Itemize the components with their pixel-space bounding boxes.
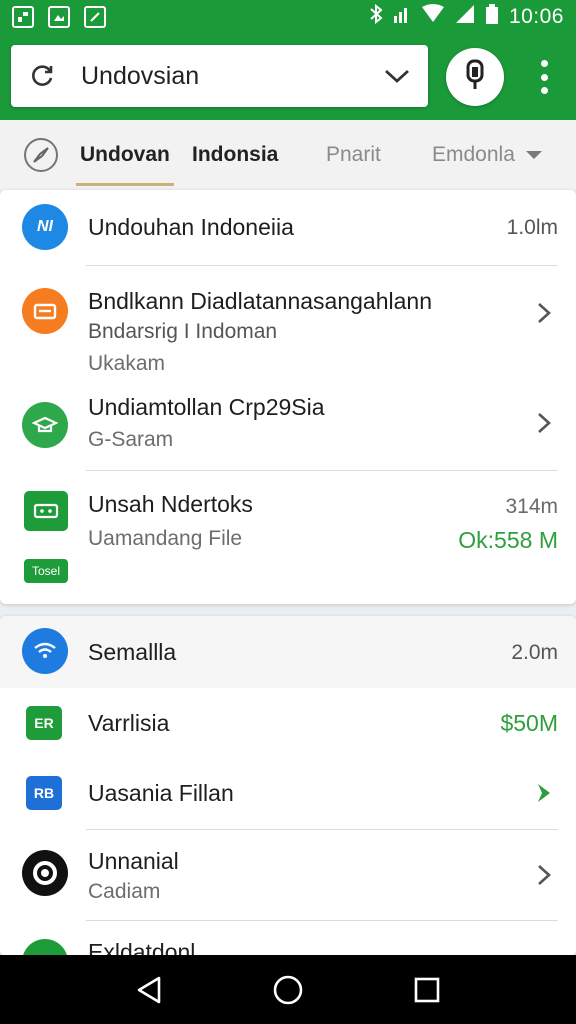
refresh-icon[interactable]	[27, 61, 57, 91]
tab-emdonla-label: Emdonla	[432, 143, 515, 166]
search-box[interactable]: Undovsian	[11, 45, 428, 107]
chevron-down-icon	[525, 143, 543, 167]
item-title: Unsah Ndertoks	[88, 491, 253, 517]
item-progress: Ok:558 M	[458, 527, 558, 553]
chevron-right-icon	[534, 862, 554, 888]
item-size: 314m	[505, 495, 558, 518]
downloads-card: NI Undouhan Indoneiia 1.0lm Bndlkann Dia…	[0, 190, 576, 604]
target-icon	[22, 850, 68, 896]
compass-icon[interactable]	[24, 138, 58, 172]
tab-undovan[interactable]: Undovan	[76, 120, 174, 190]
status-bar: 10:06	[0, 0, 576, 34]
bluetooth-icon	[369, 3, 383, 30]
status-time: 10:06	[508, 5, 564, 28]
list-item[interactable]: Exldatdonl	[0, 921, 576, 956]
ni-logo-icon: NI	[22, 204, 68, 250]
chevron-right-icon	[534, 410, 554, 436]
list-item[interactable]: Bndlkann Diadlatannasangahlann Bndarsrig…	[0, 266, 576, 376]
photo-icon	[48, 6, 70, 28]
gallery-icon	[12, 6, 34, 28]
recents-icon	[414, 977, 439, 1002]
item-title: Bndlkann Diadlatannasangahlann	[88, 288, 433, 314]
list-item[interactable]: Semallla 2.0m	[0, 616, 576, 688]
list-item[interactable]: RB Uasania Fillan	[0, 758, 576, 828]
files-card: Semallla 2.0m ER Varrlisia $50M RB Uasan…	[0, 616, 576, 956]
er-app-icon: ER	[26, 706, 62, 740]
item-subtitle: Ukakam	[88, 352, 166, 375]
more-dot-icon	[540, 73, 548, 81]
graduation-cap-icon	[22, 402, 68, 448]
edit-icon	[84, 6, 106, 28]
list-item[interactable]: Undiamtollan Crp29Sia G-Saram	[0, 380, 576, 470]
status-badge: Tosel	[24, 559, 68, 583]
app-icon	[22, 939, 68, 956]
back-icon	[138, 976, 161, 1003]
microphone-button[interactable]	[446, 48, 504, 106]
navigation-bar	[0, 955, 576, 1024]
item-subtitle: G-Saram	[88, 428, 174, 451]
item-size: 1.0lm	[506, 216, 558, 239]
microphone-icon	[464, 59, 486, 96]
home-button[interactable]	[268, 970, 308, 1010]
chevron-down-icon[interactable]	[382, 61, 412, 91]
more-dot-icon	[540, 87, 548, 94]
search-input[interactable]: Undovsian	[81, 62, 382, 91]
app-bar: Undovsian	[0, 34, 576, 120]
item-title: Unnanial	[88, 848, 179, 874]
home-icon	[273, 975, 303, 1004]
chevron-right-icon	[534, 300, 554, 326]
more-dot-icon	[540, 60, 548, 67]
cellular-icon	[455, 4, 475, 30]
item-title: Varrlisia	[88, 710, 170, 736]
rb-app-icon: RB	[26, 776, 62, 810]
list-item[interactable]: Unnanial Cadiam	[0, 830, 576, 920]
list-item[interactable]: Unsah Ndertoks Uamandang File 314m Ok:55…	[0, 471, 576, 604]
item-subtitle: Uamandang File	[88, 527, 243, 550]
tab-indonsia[interactable]: Indonsia	[192, 120, 278, 190]
folder-icon	[22, 288, 68, 334]
item-title: Uasania Fillan	[88, 780, 234, 806]
item-title: Undouhan Indoneiia	[88, 214, 294, 240]
item-size: 2.0m	[511, 641, 558, 664]
list-item[interactable]: ER Varrlisia $50M	[0, 688, 576, 758]
back-button[interactable]	[129, 970, 169, 1010]
item-title: Exldatdonl	[88, 939, 196, 956]
item-title: Undiamtollan Crp29Sia	[88, 394, 325, 420]
item-title: Semallla	[88, 639, 177, 665]
item-size: $50M	[500, 710, 558, 736]
chevron-right-icon	[534, 780, 554, 806]
tab-pnarit[interactable]: Pnarit	[326, 120, 381, 190]
signal-icon	[393, 4, 411, 30]
wifi-icon	[421, 4, 445, 30]
battery-icon	[485, 3, 499, 31]
item-subtitle: Cadiam	[88, 880, 161, 903]
tab-emdonla[interactable]: Emdonla	[432, 120, 543, 190]
storage-icon	[24, 491, 68, 531]
recents-button[interactable]	[407, 970, 447, 1010]
list-item[interactable]: NI Undouhan Indoneiia 1.0lm	[0, 190, 576, 266]
tab-bar: Undovan Indonsia Pnarit Emdonla	[0, 120, 576, 190]
item-subtitle: Bndarsrig I Indoman	[88, 320, 278, 343]
overflow-menu-button[interactable]	[530, 60, 558, 94]
wifi-icon	[22, 628, 68, 674]
